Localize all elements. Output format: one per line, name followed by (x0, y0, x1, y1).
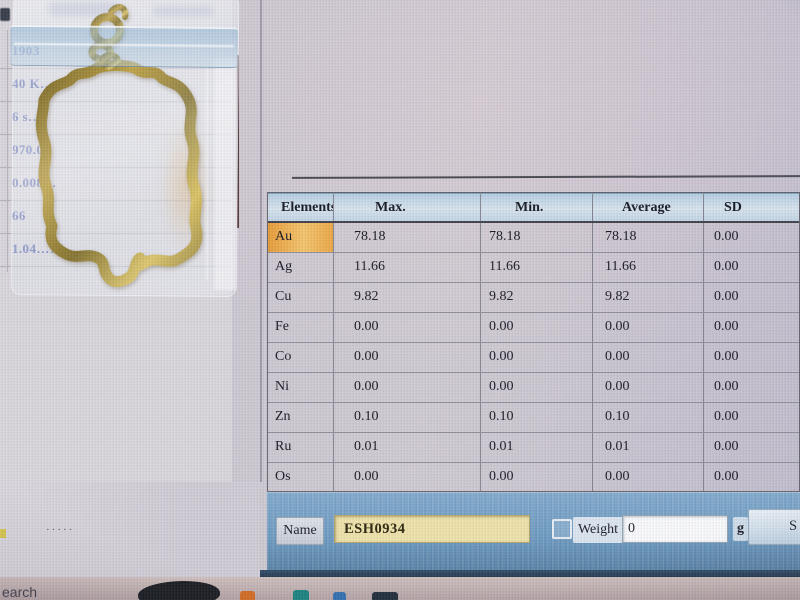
action-button-partial[interactable]: S (748, 509, 800, 545)
element-cell: Zn (268, 403, 334, 432)
sample-info-panel: Name ESH0934 Weight 0 g S (267, 492, 800, 573)
element-cell: Co (268, 343, 334, 372)
column-header-elements: Elements (268, 194, 334, 221)
plastic-bag-fold (206, 66, 208, 280)
max-cell: 0.10 (334, 403, 481, 432)
average-cell: 0.00 (593, 373, 704, 402)
taskbar-search-text[interactable]: earch (2, 584, 37, 600)
max-cell: 0.00 (334, 463, 481, 492)
element-cell: Ag (268, 253, 334, 282)
average-cell: 0.00 (593, 463, 704, 492)
average-cell: 11.66 (593, 253, 704, 282)
average-cell: 0.00 (593, 313, 704, 342)
element-cell: Cu (268, 283, 334, 312)
column-header-sd: SD (704, 194, 799, 221)
table-row-fe[interactable]: Fe 0.00 0.00 0.00 0.00 (268, 313, 799, 343)
max-cell: 0.01 (334, 433, 481, 462)
min-cell: 0.00 (481, 463, 593, 492)
min-cell: 0.00 (481, 313, 593, 342)
table-row-os[interactable]: Os 0.00 0.00 0.00 0.00 (268, 463, 799, 492)
taskbar-app-icon-orange[interactable] (240, 591, 255, 600)
sd-cell: 0.00 (704, 463, 799, 492)
desktop-area: ····· (0, 482, 260, 577)
max-cell: 0.00 (334, 343, 481, 372)
results-table: Elements Max. Min. Average SD Au 78.18 7… (267, 192, 800, 492)
sd-cell: 0.00 (704, 283, 799, 312)
element-cell: Ni (268, 373, 334, 402)
plastic-bag-seal (10, 25, 238, 68)
weight-checkbox[interactable] (552, 519, 572, 539)
name-input[interactable]: ESH0934 (334, 515, 530, 543)
taskbar-app-icon-blue[interactable] (333, 592, 346, 600)
average-cell: 0.01 (593, 433, 704, 462)
min-cell: 0.00 (481, 373, 593, 402)
table-row-ni[interactable]: Ni 0.00 0.00 0.00 0.00 (268, 373, 799, 403)
panel-divider (260, 0, 262, 482)
min-cell: 9.82 (481, 283, 593, 312)
max-cell: 11.66 (334, 253, 481, 282)
average-cell: 9.82 (593, 283, 704, 312)
max-cell: 78.18 (334, 223, 481, 252)
average-cell: 0.00 (593, 343, 704, 372)
sd-cell: 0.00 (704, 223, 799, 252)
element-cell: Fe (268, 313, 334, 342)
average-cell: 0.10 (593, 403, 704, 432)
max-cell: 0.00 (334, 373, 481, 402)
sd-cell: 0.00 (704, 253, 799, 282)
average-cell: 78.18 (593, 223, 704, 252)
yellow-marker (0, 529, 6, 538)
table-row-co[interactable]: Co 0.00 0.00 0.00 0.00 (268, 343, 799, 373)
taskbar-app-icon-navy[interactable] (372, 592, 398, 600)
weight-input[interactable]: 0 (622, 515, 728, 543)
window-corner-mark (0, 8, 10, 21)
element-cell-highlighted: Au (268, 223, 334, 252)
sd-cell: 0.00 (704, 433, 799, 462)
table-row-cu[interactable]: Cu 9.82 9.82 9.82 0.00 (268, 283, 799, 313)
min-cell: 0.00 (481, 343, 593, 372)
sd-cell: 0.00 (704, 403, 799, 432)
max-cell: 9.82 (334, 283, 481, 312)
sd-cell: 0.00 (704, 373, 799, 402)
column-header-max: Max. (334, 194, 481, 221)
table-row-ru[interactable]: Ru 0.01 0.01 0.01 0.00 (268, 433, 799, 463)
taskbar-app-icon-teal[interactable] (293, 590, 309, 600)
min-cell: 78.18 (481, 223, 593, 252)
sd-cell: 0.00 (704, 313, 799, 342)
name-label: Name (276, 517, 324, 545)
min-cell: 0.01 (481, 433, 593, 462)
table-header-row: Elements Max. Min. Average SD (268, 193, 799, 223)
table-row-au[interactable]: Au 78.18 78.18 78.18 0.00 (268, 223, 799, 253)
min-cell: 11.66 (481, 253, 593, 282)
sd-cell: 0.00 (704, 343, 799, 372)
element-cell: Ru (268, 433, 334, 462)
weight-unit-label: g (733, 517, 748, 541)
table-row-zn[interactable]: Zn 0.10 0.10 0.10 0.00 (268, 403, 799, 433)
taskbar: earch (0, 577, 800, 600)
pendant-frame (41, 66, 197, 282)
element-cell: Os (268, 463, 334, 492)
xrf-analyzer-screen: 1903 40 K… 6 s… 970.0 0.008… 66 1.04…77 (0, 0, 800, 600)
column-header-min: Min. (481, 194, 593, 221)
ellipsis-dots: ····· (46, 524, 74, 536)
min-cell: 0.10 (481, 403, 593, 432)
max-cell: 0.00 (334, 313, 481, 342)
dark-foreground-object (137, 578, 221, 600)
horizontal-separator (292, 175, 800, 179)
column-header-average: Average (593, 194, 704, 221)
weight-label: Weight (573, 517, 623, 543)
table-row-ag[interactable]: Ag 11.66 11.66 11.66 0.00 (268, 253, 799, 283)
